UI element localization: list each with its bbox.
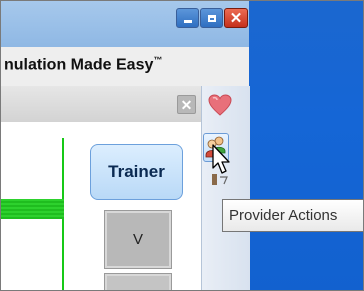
- close-icon: ✕: [229, 9, 243, 27]
- app-title-text: nulation Made Easy: [4, 56, 154, 74]
- app-title-bar: nulation Made Easy™: [1, 47, 249, 87]
- close-window-button[interactable]: ✕: [224, 8, 248, 28]
- trademark-mark: ™: [153, 55, 163, 65]
- heart-icon[interactable]: [207, 93, 233, 117]
- provider-actions-tooltip: Provider Actions: [222, 199, 363, 232]
- panel-close-button[interactable]: ✕: [177, 95, 196, 114]
- minimize-icon: [183, 20, 192, 23]
- green-progress-bar: [1, 199, 64, 219]
- panel-toolbar: [1, 86, 201, 123]
- window-titlebar[interactable]: ✕: [1, 1, 249, 47]
- app-title: nulation Made Easy™: [4, 55, 162, 74]
- desktop-background: [249, 1, 363, 290]
- trainer-button[interactable]: Trainer: [90, 144, 183, 200]
- tile-button-lower[interactable]: [104, 273, 172, 290]
- screen: ✕ nulation Made Easy™ ✕ Trainer V Provid…: [0, 0, 364, 291]
- mouse-cursor-icon: [212, 144, 230, 185]
- v-tile-button[interactable]: V: [104, 210, 172, 269]
- maximize-icon: [207, 14, 216, 22]
- minimize-button[interactable]: [176, 8, 199, 28]
- maximize-button[interactable]: [200, 8, 223, 28]
